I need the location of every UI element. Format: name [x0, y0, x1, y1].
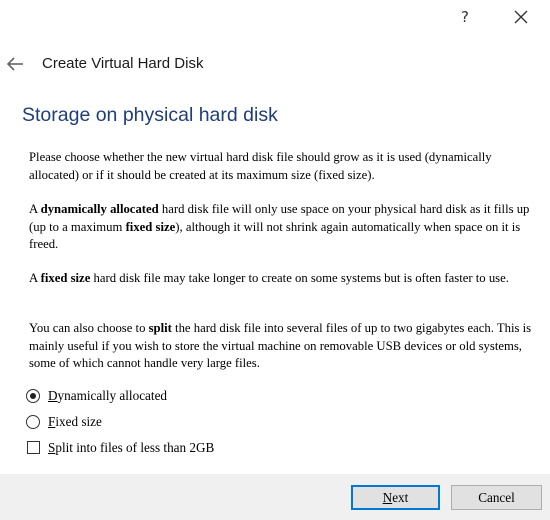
- page-title: Storage on physical hard disk: [22, 104, 278, 126]
- radio-dot: [30, 393, 36, 399]
- paragraph-text: You can also choose to: [29, 321, 149, 335]
- radio-circle: [26, 389, 40, 403]
- dynamic-explanation-paragraph: A dynamically allocated hard disk file w…: [29, 201, 544, 254]
- split-files-label: Split into files of less than 2GB: [48, 440, 215, 455]
- cancel-button[interactable]: Cancel: [451, 485, 542, 510]
- checkbox-box: [27, 441, 40, 454]
- bold-term: fixed size: [40, 271, 91, 285]
- description-paragraph: Please choose whether the new virtual ha…: [29, 149, 544, 184]
- fixed-explanation-paragraph: A fixed size hard disk file may take lon…: [29, 270, 544, 288]
- wizard-title: Create Virtual Hard Disk: [42, 55, 204, 72]
- back-button[interactable]: [5, 55, 25, 73]
- paragraph-text: hard disk file may take longer to create…: [90, 271, 509, 285]
- split-files-checkbox[interactable]: Split into files of less than 2GB: [26, 439, 246, 459]
- close-button[interactable]: [509, 6, 533, 28]
- dynamically-allocated-radio[interactable]: Dynamically allocated: [26, 387, 196, 407]
- paragraph-text: A: [29, 202, 41, 216]
- help-button[interactable]: ?: [452, 4, 478, 30]
- paragraph-text: A: [29, 271, 41, 285]
- dynamically-allocated-label: Dynamically allocated: [48, 388, 168, 403]
- arrow-left-icon: [6, 57, 23, 71]
- button-bar: Next Cancel: [0, 474, 550, 520]
- fixed-size-label: Fixed size: [48, 414, 102, 429]
- wizard-header: Create Virtual Hard Disk: [0, 48, 550, 80]
- fixed-size-radio[interactable]: Fixed size: [26, 413, 146, 433]
- split-explanation-paragraph: You can also choose to split the hard di…: [29, 320, 544, 373]
- bold-term: dynamically allocated: [40, 202, 159, 216]
- paragraph-text: Please choose whether the new virtual ha…: [29, 150, 492, 182]
- bold-term: split: [148, 321, 172, 335]
- close-icon: [514, 10, 528, 24]
- next-button[interactable]: Next: [351, 485, 440, 510]
- title-bar: ?: [0, 0, 550, 34]
- bold-term: fixed size: [125, 219, 176, 234]
- radio-circle: [26, 415, 40, 429]
